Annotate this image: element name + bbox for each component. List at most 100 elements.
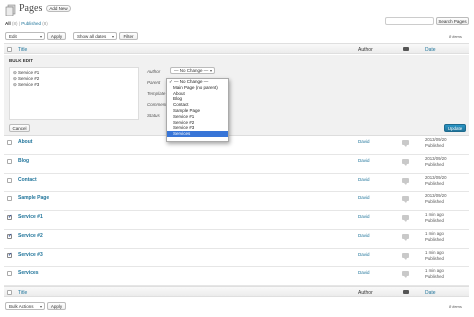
row-author-link[interactable]: David [358, 195, 370, 200]
row-checkbox[interactable] [7, 177, 12, 183]
row-date: 1 min ago Published [425, 268, 444, 280]
row-author-link[interactable]: David [358, 177, 370, 182]
column-date-header[interactable]: Date [425, 47, 436, 53]
row-date: 1 min ago Published [425, 231, 444, 243]
table-row[interactable]: Service #2 David 1 min agoPublished [0, 230, 474, 249]
apply-button-top[interactable]: Apply [47, 32, 66, 40]
row-checkbox[interactable] [7, 252, 12, 258]
search-input[interactable] [385, 17, 434, 25]
bulk-edit-panel: BULK EDIT ⊝ Service #1 ⊝ Service #2 ⊝ Se… [4, 55, 469, 136]
row-date: 2013/09/20 Published [425, 193, 447, 205]
items-count-bottom: 8 items [449, 304, 462, 309]
row-author-link[interactable]: David [358, 270, 370, 275]
author-label: Author [147, 69, 161, 74]
column-title-footer[interactable]: Title [18, 290, 27, 296]
bulk-page-name: Service #3 [18, 82, 40, 87]
table-row[interactable]: Blog David 2013/09/20 Published [0, 155, 474, 174]
row-author-link[interactable]: David [358, 233, 370, 238]
row-title-link[interactable]: Contact [18, 177, 37, 183]
row-date-value: 2013/09/20 [425, 155, 447, 161]
row-title-link[interactable]: Blog [18, 158, 29, 164]
apply-button-bottom[interactable]: Apply [47, 302, 66, 310]
table-row[interactable]: Service #1 David 1 min agoPublished [0, 211, 474, 230]
table-row[interactable]: Service #3 David 1 min agoPublished [0, 249, 474, 268]
search-pages-button[interactable]: Search Pages [436, 17, 469, 25]
status-filter-links: All (8) | Published (8) [5, 21, 48, 26]
comment-bubble-icon[interactable] [402, 233, 409, 241]
filter-published-link[interactable]: Published [21, 21, 41, 26]
update-button[interactable]: Update [444, 124, 466, 132]
row-title-link[interactable]: About [18, 139, 32, 145]
row-checkbox[interactable] [7, 158, 12, 164]
list-item[interactable]: ⊝ Service #3 [13, 82, 39, 88]
table-row[interactable]: Sample Page David 2013/09/20 Published [0, 192, 474, 211]
row-title-link[interactable]: Service #2 [18, 233, 43, 239]
bulk-action-select-top[interactable]: Edit ▾ [5, 32, 45, 40]
row-status: Published [425, 236, 444, 242]
date-filter-value: Show all dates [77, 33, 107, 39]
row-date: 2013/09/20 Published [425, 156, 447, 168]
row-checkbox[interactable] [7, 140, 12, 145]
row-status: Published [425, 274, 444, 280]
table-row[interactable]: About David 2013/09/20 Published [0, 136, 474, 155]
page-title: Pages [19, 3, 43, 14]
comment-bubble-icon[interactable] [402, 177, 409, 185]
chevron-down-icon: ▾ [39, 33, 42, 39]
select-all-checkbox-top[interactable] [7, 47, 12, 52]
row-author-link[interactable]: David [358, 158, 370, 163]
author-select-value: — No Change — [174, 68, 209, 73]
comment-bubble-icon[interactable] [402, 252, 409, 260]
row-checkbox[interactable] [7, 233, 12, 239]
comments-column-icon [403, 290, 409, 294]
items-count-top: 8 items [449, 34, 462, 39]
comment-bubble-icon[interactable] [402, 215, 409, 222]
comment-bubble-icon[interactable] [402, 196, 409, 204]
add-new-button[interactable]: Add New [46, 5, 71, 12]
filter-published-count: (8) [42, 21, 48, 26]
row-checkbox[interactable] [7, 214, 12, 220]
bulk-edit-page-list: ⊝ Service #1 ⊝ Service #2 ⊝ Service #3 [9, 67, 139, 120]
row-status: Published [425, 180, 444, 186]
row-date-value: 2013/09/20 [425, 174, 447, 180]
row-status: Published [425, 161, 444, 167]
row-title-link[interactable]: Sample Page [18, 195, 49, 201]
column-author-footer: Author [358, 290, 373, 296]
chevron-down-icon: ▾ [209, 68, 212, 73]
filter-all-link[interactable]: All [5, 21, 11, 26]
bulk-action-select-bottom[interactable]: Bulk Actions ▾ [5, 302, 45, 310]
column-date-footer[interactable]: Date [425, 290, 436, 296]
table-row[interactable]: Contact David 2013/09/20 Published [0, 174, 474, 193]
row-date: 1 min ago Published [425, 212, 444, 224]
cancel-button[interactable]: Cancel [9, 124, 30, 132]
table-header-top: Title Author Date [4, 43, 469, 54]
dropdown-option-label: — No Change — [174, 79, 209, 84]
bulk-edit-heading: BULK EDIT [9, 58, 33, 63]
filter-button[interactable]: Filter [119, 32, 138, 40]
parent-dropdown-menu[interactable]: ✓ — No Change — Main Page (no parent) Ab… [166, 78, 229, 142]
comment-bubble-icon[interactable] [402, 140, 409, 147]
row-title-link[interactable]: Service #1 [18, 214, 43, 220]
row-title-link[interactable]: Services [18, 270, 39, 276]
row-author-link[interactable]: David [358, 214, 370, 219]
row-title-link[interactable]: Service #3 [18, 252, 43, 258]
column-title-header[interactable]: Title [18, 47, 27, 53]
comments-column-icon [403, 47, 409, 51]
row-author-link[interactable]: David [358, 139, 370, 144]
row-checkbox[interactable] [7, 271, 12, 277]
column-author-header: Author [358, 47, 373, 53]
table-row[interactable]: Services David 1 min ago Published [0, 267, 474, 286]
row-date-value: 1 min ago [425, 249, 444, 255]
row-checkbox[interactable] [7, 196, 12, 202]
filter-all-count: (8) [12, 21, 18, 26]
row-author-link[interactable]: David [358, 252, 370, 257]
table-header-bottom: Title Author Date [4, 286, 469, 297]
author-select[interactable]: — No Change — ▾ [170, 67, 215, 74]
bulk-page-name: Service #2 [18, 76, 40, 81]
select-all-checkbox-bottom[interactable] [7, 290, 12, 295]
row-status: Published [425, 255, 444, 261]
comment-bubble-icon[interactable] [402, 271, 409, 279]
row-date: 2013/09/20 Published [425, 175, 447, 187]
comment-bubble-icon[interactable] [402, 158, 409, 166]
chevron-down-icon: ▾ [39, 303, 42, 309]
date-filter-select[interactable]: Show all dates ▾ [73, 32, 117, 40]
